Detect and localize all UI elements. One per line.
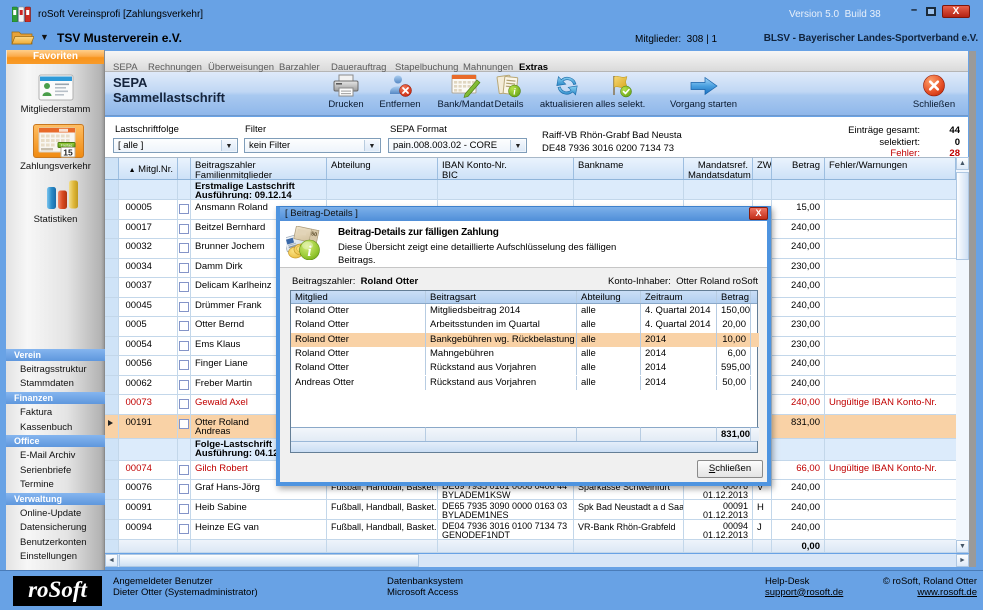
svg-text:15: 15 (63, 147, 73, 157)
svg-text:50: 50 (310, 231, 317, 238)
